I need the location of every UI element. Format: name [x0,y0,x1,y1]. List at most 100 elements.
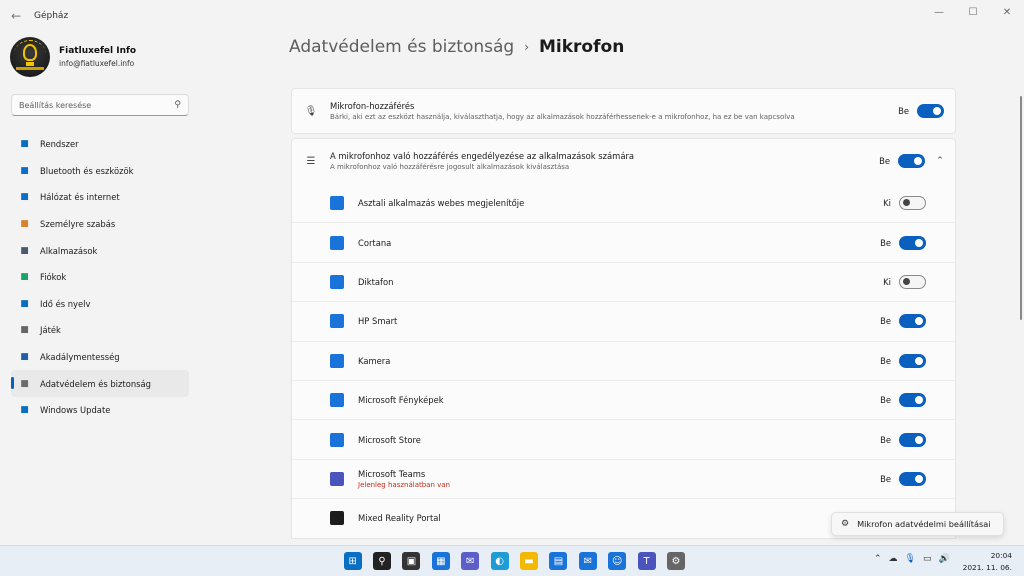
apps-access-title: A mikrofonhoz való hozzáférés engedélyez… [330,151,635,161]
mic-access-desc: Bárki, aki ezt az eszközt használja, kiv… [330,113,795,121]
sidebar-item-id-s-nyelv[interactable]: ■ Idő és nyelv [11,291,189,318]
app-name: HP Smart [358,316,398,327]
settings-search[interactable]: ⚲ [11,94,189,116]
sidebar-item-rendszer[interactable]: ■ Rendszer [11,131,189,158]
hp-smart-icon [330,314,344,329]
taskbar-store-button[interactable]: ▤ [544,550,573,572]
app-state-label: Be [880,395,891,406]
taskbar-teams-button[interactable]: T [632,550,661,572]
window-controls: — ☐ ✕ [922,0,1024,24]
scrollbar[interactable] [1020,96,1022,320]
taskbar: ⊞ ⚲ ▣ ▦ ✉ ◐ ▬ ▤ ✉ ☺ T ⚙ ⌃ ☁ 🎙 ▭ 🔊 20:04 2021. 11. 0… [0,545,1024,576]
user-profile[interactable]: Fiatluxefel Info info@fiatluxefel.info [10,37,136,77]
mixed-reality-icon [330,511,344,526]
app-toggle[interactable] [899,235,926,250]
taskbar-edge-button[interactable]: ◐ [485,550,514,572]
sidebar-item-label: Fiókok [40,272,67,283]
chevron-up-icon[interactable]: ⌃ [874,554,882,564]
clock[interactable]: 20:04 2021. 11. 06. [963,550,1012,574]
mic-privacy-toast[interactable]: ⚙ Mikrofon adatvédelmi beállításai [831,512,1004,536]
profile-name: Fiatluxefel Info [59,46,137,56]
sidebar-item-label: Adatvédelem és biztonság [40,378,151,389]
app-name: Microsoft Store [358,434,421,445]
mail-icon: ✉ [578,552,597,570]
wifi-icon: ■ [20,192,29,203]
gear-icon: ⚙ [841,519,850,529]
sidebar-item-label: Windows Update [40,405,111,416]
close-icon[interactable]: ✕ [990,0,1024,24]
sidebar-item-j-t-k[interactable]: ■ Játék [11,317,189,344]
breadcrumb-parent[interactable]: Adatvédelem és biztonság [289,37,514,57]
onedrive-icon[interactable]: ☁ [889,554,898,564]
avatar [10,37,50,77]
shield-icon: ■ [20,378,29,389]
taskbar-task-view-button[interactable]: ▣ [397,550,426,572]
taskbar-people-button[interactable]: ☺ [603,550,632,572]
brush-icon: ■ [20,219,29,230]
app-name: Asztali alkalmazás webes megjelenítője [358,197,525,208]
sidebar-nav: ■ Rendszer ■ Bluetooth és eszközök ■ Hálózat … [11,131,189,424]
taskbar-start-button[interactable]: ⊞ [338,550,367,572]
file-explorer-icon: ▬ [520,552,539,570]
app-toggle[interactable] [899,195,926,210]
app-toggle[interactable] [899,353,926,368]
taskbar-file-explorer-button[interactable]: ▬ [514,550,543,572]
taskbar-search-button[interactable]: ⚲ [367,550,396,572]
clock-time: 20:04 [990,551,1012,560]
app-toggle[interactable] [899,432,926,447]
teams-icon: T [637,552,656,570]
app-row: Microsoft Store Be [292,419,955,458]
search-icon[interactable]: ⚲ [174,100,181,110]
list-settings-icon: ☰ [306,155,316,167]
network-icon[interactable]: ▭ [923,554,932,564]
sidebar-item-alkalmaz-sok[interactable]: ■ Alkalmazások [11,237,189,264]
volume-icon[interactable]: 🔊 [939,554,950,564]
microphone-icon[interactable]: 🎙 [905,554,916,564]
app-toggle[interactable] [899,274,926,289]
sidebar-item-label: Alkalmazások [40,245,98,256]
edge-icon: ◐ [490,552,509,570]
photos-icon [330,393,344,408]
apps-access-card[interactable]: ☰ A mikrofonhoz való hozzáférés engedély… [291,138,956,184]
widgets-icon: ▦ [431,552,450,570]
maximize-icon[interactable]: ☐ [956,0,990,24]
bluetooth-icon: ■ [20,165,29,176]
mic-access-card: 🎙 Mikrofon-hozzáférés Bárki, aki ezt az … [291,88,956,134]
back-arrow-icon[interactable]: ← [0,0,32,32]
app-toggle[interactable] [899,393,926,408]
sidebar-item-szem-lyre-szab-s[interactable]: ■ Személyre szabás [11,211,189,238]
app-toggle[interactable] [899,471,926,486]
clock-date: 2021. 11. 06. [962,563,1012,572]
chat-icon: ✉ [461,552,480,570]
webview-icon [330,195,344,210]
search-input[interactable] [19,100,175,110]
app-name: Cortana [358,237,392,248]
profile-email: info@fiatluxefel.info [59,59,135,68]
mic-access-toggle[interactable] [917,104,944,118]
person-icon: ■ [20,272,29,283]
page-title: Mikrofon [539,37,625,57]
gamepad-icon: ■ [20,325,29,336]
sidebar-item-windows-update[interactable]: ■ Windows Update [11,397,189,424]
minimize-icon[interactable]: — [922,0,956,24]
mic-access-title: Mikrofon-hozzáférés [330,101,415,111]
sidebar-item-adatv-delem-s-biztons-g[interactable]: ■ Adatvédelem és biztonság [11,370,189,397]
apps-icon: ■ [20,245,29,256]
update-icon: ■ [20,405,29,416]
sidebar-item-fi-kok[interactable]: ■ Fiókok [11,264,189,291]
people-icon: ☺ [608,552,627,570]
taskbar-mail-button[interactable]: ✉ [573,550,602,572]
sidebar-item-h-l-zat-s-internet[interactable]: ■ Hálózat és internet [11,184,189,211]
taskbar-settings-button[interactable]: ⚙ [661,550,690,572]
chevron-up-icon[interactable]: ⌃ [925,156,955,166]
app-state-label: Be [880,434,891,445]
apps-access-toggle[interactable] [898,154,925,168]
sidebar-item-bluetooth-s-eszk-z-k[interactable]: ■ Bluetooth és eszközök [11,158,189,185]
app-toggle[interactable] [899,314,926,329]
taskbar-widgets-button[interactable]: ▦ [426,550,455,572]
start-icon: ⊞ [343,552,362,570]
globe-clock-icon: ■ [20,298,29,309]
sidebar-item-akad-lymentess-g[interactable]: ■ Akadálymentesség [11,344,189,371]
monitor-icon: ■ [20,139,29,150]
taskbar-chat-button[interactable]: ✉ [456,550,485,572]
